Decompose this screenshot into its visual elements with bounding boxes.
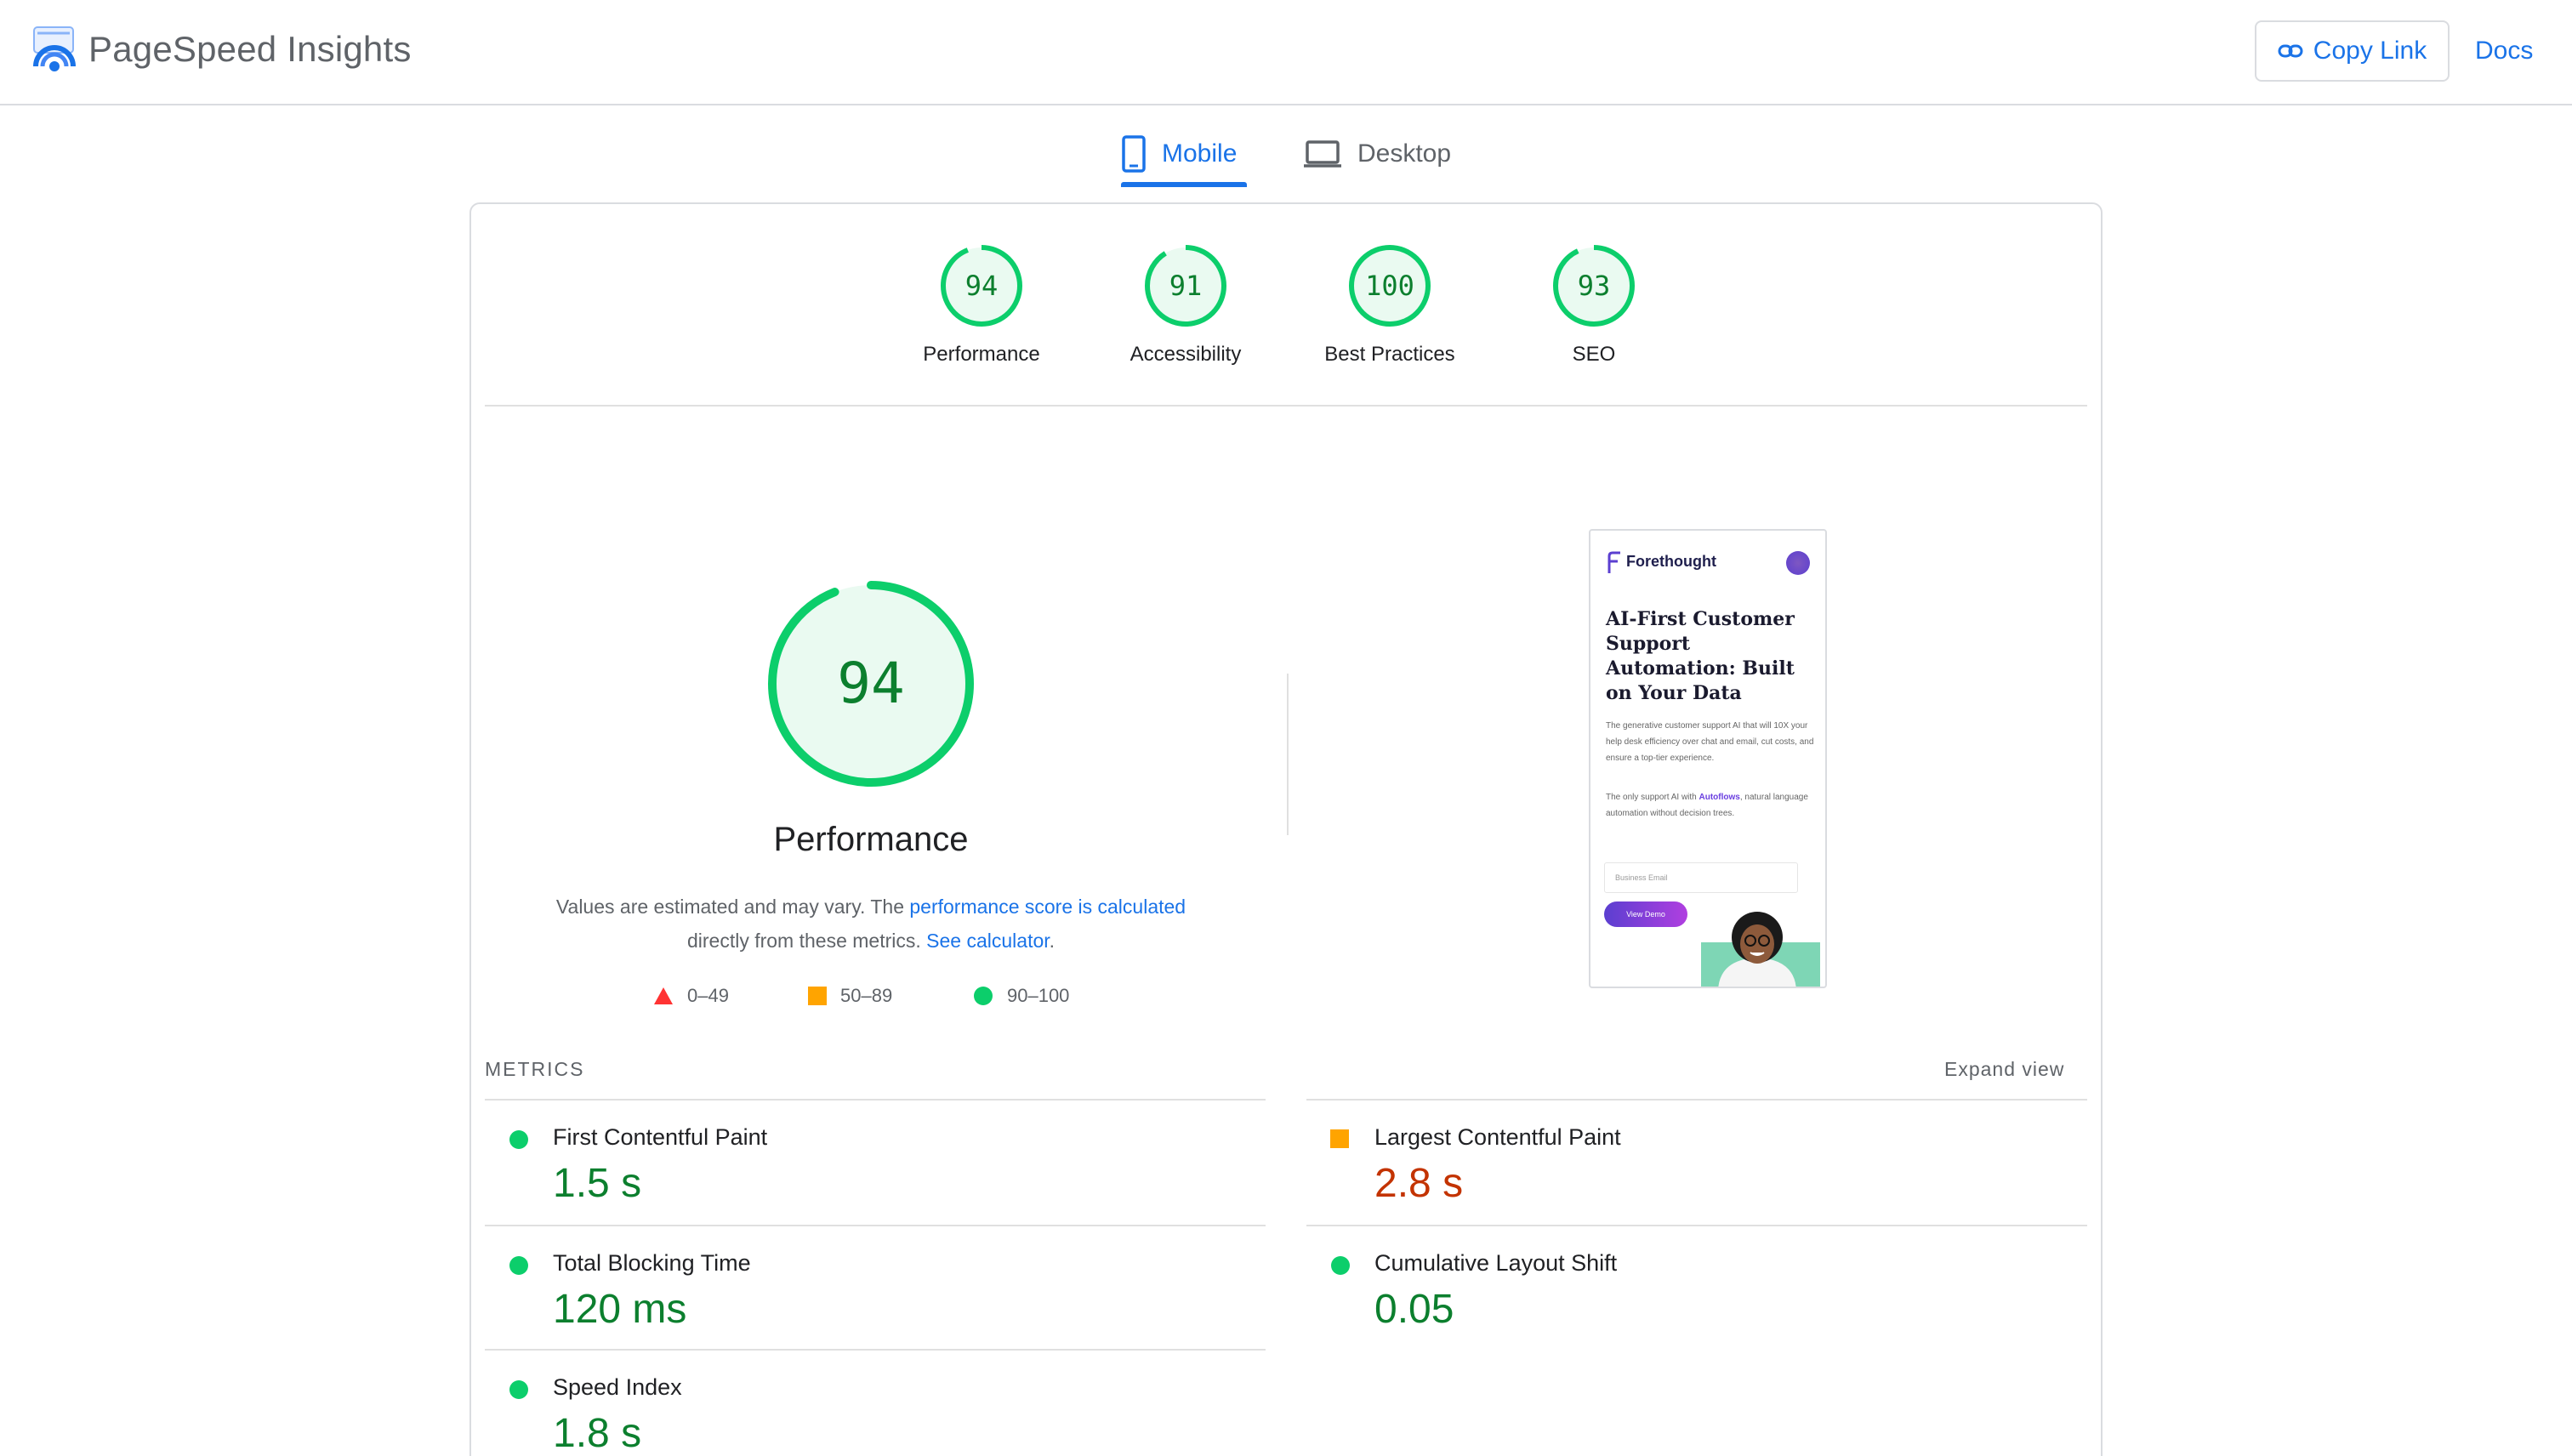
- performance-title: Performance: [773, 821, 969, 858]
- good-circle-icon: [509, 1380, 528, 1399]
- good-circle-icon: [509, 1130, 528, 1149]
- screenshot-email-input: Business Email: [1604, 862, 1798, 893]
- paragraph-text: The only support AI with: [1606, 793, 1699, 802]
- metric-value: 0.05: [1374, 1287, 1454, 1332]
- score-ring: 93: [1553, 245, 1635, 327]
- circle-icon: [974, 987, 993, 1005]
- tab-mobile[interactable]: Mobile: [1121, 119, 1247, 189]
- gauge-label: SEO: [1572, 343, 1616, 366]
- laptop-icon: [1304, 140, 1341, 168]
- legend-range: 90–100: [1007, 985, 1070, 1006]
- menu-icon: [1786, 551, 1810, 575]
- pagespeed-logo-icon: [33, 26, 76, 71]
- vertical-divider: [1287, 674, 1289, 835]
- square-icon: [808, 987, 827, 1005]
- legend-range: 50–89: [840, 985, 893, 1006]
- gauge-performance[interactable]: 94 Performance: [879, 243, 1084, 367]
- metric-value: 1.5 s: [553, 1161, 642, 1206]
- score-ring: 91: [1145, 245, 1226, 327]
- report-card: 94 Performance 91 Accessibility 100 Best…: [469, 202, 2103, 1456]
- score-calculated-link[interactable]: performance score is calculated: [909, 896, 1186, 918]
- forethought-logo-icon: [1608, 551, 1620, 573]
- triangle-icon: [654, 987, 673, 1004]
- screenshot-paragraph: The generative customer support AI that …: [1606, 721, 1814, 763]
- gauge-label: Performance: [923, 343, 1040, 366]
- see-calculator-link[interactable]: See calculator: [926, 930, 1049, 952]
- desc-text: .: [1049, 930, 1056, 952]
- gauge-accessibility[interactable]: 91 Accessibility: [1084, 243, 1288, 367]
- metric-label: First Contentful Paint: [553, 1124, 768, 1150]
- metric-tbt: Total Blocking Time 120 ms: [485, 1226, 1250, 1351]
- metric-cls: Cumulative Layout Shift 0.05: [1306, 1226, 2072, 1351]
- page-screenshot[interactable]: Forethought AI-First Customer Support Au…: [1589, 529, 1827, 988]
- tab-active-indicator: [1121, 182, 1247, 187]
- expand-view-button[interactable]: Expand view: [1944, 1058, 2064, 1081]
- tab-desktop-label: Desktop: [1357, 139, 1452, 168]
- legend-fail: 0–49: [653, 985, 729, 1007]
- link-icon: [2278, 44, 2303, 58]
- tab-mobile-label: Mobile: [1162, 139, 1238, 168]
- good-circle-icon: [1331, 1256, 1350, 1275]
- top-bar: PageSpeed Insights Copy Link Docs: [0, 0, 2572, 105]
- docs-link[interactable]: Docs: [2475, 34, 2533, 68]
- legend-pass: 90–100: [973, 985, 1069, 1007]
- metric-lcp: Largest Contentful Paint 2.8 s: [1306, 1101, 2072, 1225]
- copy-link-label: Copy Link: [2313, 37, 2427, 65]
- score-value: 93: [1578, 270, 1611, 302]
- metric-value: 120 ms: [553, 1287, 687, 1332]
- screenshot-demo-button: View Demo: [1604, 901, 1687, 927]
- score-ring: 100: [1349, 245, 1431, 327]
- person-photo-icon: [1701, 912, 1820, 987]
- gauge-label: Accessibility: [1130, 343, 1242, 366]
- metrics-heading: METRICS: [485, 1058, 585, 1080]
- average-square-icon: [1330, 1129, 1349, 1148]
- metric-label: Largest Contentful Paint: [1374, 1124, 1621, 1150]
- metric-value: 1.8 s: [553, 1411, 642, 1456]
- gauge-best-practices[interactable]: 100 Best Practices: [1288, 243, 1492, 367]
- legend-range: 0–49: [687, 985, 729, 1006]
- metric-label: Total Blocking Time: [553, 1250, 751, 1276]
- desc-text: directly from these metrics.: [686, 930, 927, 952]
- copy-link-button[interactable]: Copy Link: [2255, 20, 2450, 82]
- score-ring: 94: [941, 245, 1022, 327]
- metric-fcp: First Contentful Paint 1.5 s: [485, 1101, 1250, 1225]
- score-value: 94: [965, 270, 999, 302]
- good-circle-icon: [509, 1256, 528, 1275]
- performance-gauge: 94: [768, 581, 974, 787]
- paragraph-bold: Autoflows: [1699, 793, 1740, 802]
- gauge-label: Best Practices: [1324, 343, 1455, 366]
- gauge-seo[interactable]: 93 SEO: [1492, 243, 1696, 367]
- app-title: PageSpeed Insights: [88, 29, 412, 69]
- performance-score: 94: [837, 651, 904, 716]
- legend-average: 50–89: [808, 985, 892, 1007]
- desc-text: Values are estimated and may vary. The: [555, 896, 910, 918]
- tab-desktop[interactable]: Desktop: [1303, 119, 1456, 189]
- gauge-divider: [485, 405, 2087, 407]
- metric-label: Speed Index: [553, 1374, 682, 1400]
- score-value: 91: [1169, 270, 1203, 302]
- screenshot-headline: AI-First Customer Support Automation: Bu…: [1606, 608, 1795, 704]
- metric-label: Cumulative Layout Shift: [1374, 1250, 1618, 1276]
- screenshot-brand: Forethought: [1626, 553, 1716, 570]
- metric-speed-index: Speed Index 1.8 s: [485, 1351, 1250, 1456]
- metric-value: 2.8 s: [1374, 1161, 1464, 1206]
- phone-icon: [1122, 135, 1146, 173]
- score-value: 100: [1365, 270, 1414, 302]
- screenshot-paragraph: The only support AI with Autoflows, natu…: [1606, 789, 1818, 822]
- performance-description: Values are estimated and may vary. The p…: [522, 890, 1220, 958]
